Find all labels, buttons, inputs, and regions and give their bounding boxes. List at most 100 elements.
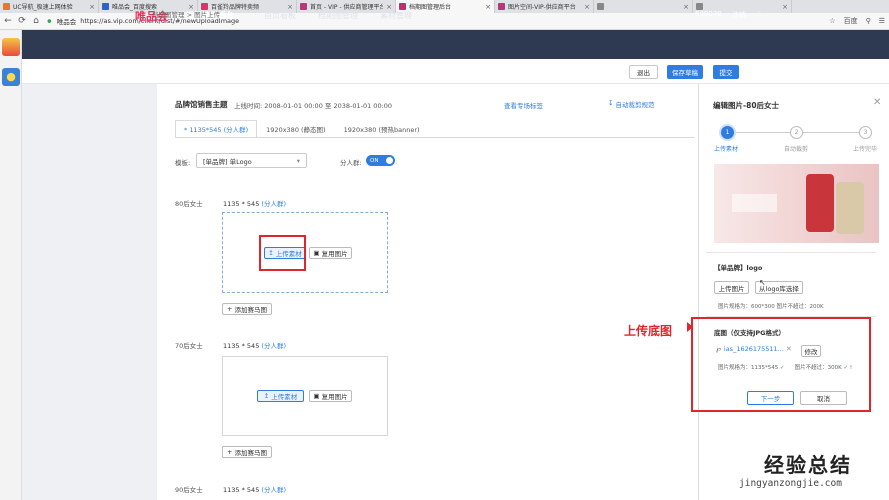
step-3: 3 — [859, 126, 872, 139]
app-header — [22, 30, 889, 59]
nav-material[interactable]: 素材管理 — [380, 10, 412, 21]
annotation-arrow-icon — [687, 322, 693, 332]
nav-schedule[interactable]: 档期图管理 — [318, 10, 358, 21]
tab-label: 档期图管理后台 — [409, 4, 452, 11]
base-section-title: 底图（仅支持JPG格式） — [714, 329, 786, 337]
logout-link[interactable]: 注销 — [732, 10, 746, 20]
browser-tab[interactable]: 图片空间-VIP-供应商平台 × — [495, 0, 594, 13]
upload-image-button[interactable]: 上传图片 — [714, 281, 749, 294]
step-1: 1 — [721, 126, 734, 139]
step-1-label: 上传素材 — [714, 146, 739, 153]
tab-static[interactable]: 1920x380 (静态图) — [257, 120, 334, 138]
auto-crop-label: 自动裁剪规范 — [615, 101, 655, 109]
toggle-text: ON — [370, 157, 379, 164]
logo-spec: 图片规格为：600*300 图片不超过：200K — [718, 304, 824, 310]
template-value: [单品牌] 单Logo — [203, 157, 252, 166]
close-tab-icon[interactable]: × — [683, 3, 689, 11]
download-icon: ↧ — [608, 99, 614, 107]
group-label: 70后女士 — [175, 342, 203, 350]
image-icon: ▣ — [313, 249, 320, 257]
group-label: 80后女士 — [175, 200, 203, 208]
close-tab-icon[interactable]: × — [485, 3, 491, 11]
site-name: 唯品会 — [56, 18, 77, 26]
cancel-button[interactable]: 取消 — [800, 391, 847, 405]
highlight-box — [259, 235, 306, 271]
base-spec: 图片规格为：1135*545 ✓ 图片不超过：300K ✓ ! — [718, 365, 853, 371]
add-marquee-button[interactable]: + 添加赛马图 — [222, 446, 272, 458]
panel-title: 编辑图片-80后女士 — [713, 101, 780, 110]
product-can — [836, 182, 864, 234]
tab-preheat[interactable]: 1920x380 (预热banner) — [335, 120, 429, 138]
close-tab-icon[interactable]: × — [89, 3, 95, 11]
shield-icon: ⚫ — [46, 16, 53, 26]
search-icon[interactable]: ⚲ — [866, 17, 871, 25]
search-engine[interactable]: 百度 — [844, 16, 858, 26]
favicon-icon — [102, 3, 109, 10]
user-id: 609070 — [695, 10, 722, 18]
side-rail: ● — [0, 30, 22, 500]
theme-title: 品牌馆销售主题 — [175, 100, 228, 109]
size-tabs: * 1135*545 (分人群) 1920x380 (静态图) 1920x380… — [175, 120, 429, 138]
back-icon[interactable]: ← — [4, 16, 12, 26]
nav-home[interactable]: 首页看板 — [264, 10, 296, 21]
online-time: 上线时间: 2008-01-01 00:00 至 2038-01-01 00:0… — [234, 102, 393, 110]
step-line — [803, 132, 860, 133]
exit-button[interactable]: 退出 — [629, 65, 658, 79]
check-icon: ✓ — [780, 365, 785, 371]
browser-tab[interactable]: UC导航_极速上网体验 × — [0, 0, 99, 13]
group-size: 1135 * 545 (分人群) — [223, 200, 286, 208]
annotation-label: 上传底图 — [624, 324, 673, 338]
crowd-toggle[interactable]: ON — [366, 155, 395, 166]
reuse-image-button[interactable]: ▣ 复用图片 — [309, 390, 352, 402]
preview-image — [714, 164, 879, 243]
upload-icon: ↥ — [263, 392, 270, 400]
favicon-icon — [696, 3, 703, 10]
upload-dropzone[interactable] — [222, 356, 388, 436]
watermark-url: jingyanzongjie.com — [739, 478, 842, 489]
group-label: 90后女士 — [175, 486, 203, 494]
bell-icon[interactable]: ♢ — [756, 10, 762, 20]
crowd-label: 分人群: — [340, 159, 362, 167]
step-3-label: 上传完毕 — [853, 146, 878, 153]
template-label: 模板: — [175, 159, 191, 167]
close-tab-icon[interactable]: × — [584, 3, 590, 11]
close-tab-icon[interactable]: × — [782, 3, 788, 11]
submit-button[interactable]: 提交 — [713, 65, 739, 79]
menu-icon[interactable]: ☰ — [879, 17, 885, 25]
bulb-icon[interactable]: ● — [2, 68, 20, 86]
reload-icon[interactable]: ⟳ — [18, 16, 26, 26]
reuse-image-button[interactable]: ▣ 复用图片 — [309, 247, 352, 259]
next-button[interactable]: 下一步 — [747, 391, 794, 405]
browser-tab[interactable]: × — [594, 0, 693, 13]
remove-icon[interactable]: ✕ — [786, 345, 792, 353]
view-tags-link[interactable]: 查看专场标签 — [504, 100, 543, 110]
divider — [706, 252, 876, 253]
tab-label: UC导航_极速上网体验 — [13, 4, 73, 11]
plus-icon: + — [227, 305, 233, 313]
step-2-label: 自动裁剪 — [784, 146, 809, 153]
bookmark-star-icon[interactable]: ☆ — [829, 17, 835, 25]
add-marquee-button[interactable]: + 添加赛马图 — [222, 303, 272, 315]
home-icon[interactable]: ⌂ — [32, 16, 40, 26]
tab-divider — [175, 137, 695, 138]
logo-section-title: 【单品牌】logo — [714, 264, 763, 272]
tab-1135[interactable]: * 1135*545 (分人群) — [175, 120, 258, 138]
upload-material-button[interactable]: ↥ 上传素材 — [257, 390, 304, 402]
close-icon[interactable]: ✕ — [873, 97, 881, 108]
auto-crop-link[interactable]: ↧ 自动裁剪规范 — [608, 99, 654, 109]
user-area: 609070 注销 ♢ — [695, 10, 762, 20]
check-icon: ✓ — [843, 365, 849, 371]
template-select[interactable]: [单品牌] 单Logo ▾ — [196, 153, 307, 168]
product-can — [806, 174, 834, 232]
save-draft-button[interactable]: 保存草稿 — [667, 65, 703, 79]
file-name[interactable]: ias_1626175511... — [724, 345, 784, 353]
breadcrumb: 档期图管理 > 图片上传 — [152, 11, 221, 19]
top-nav: 首页看板 档期图管理 素材管理 — [264, 10, 412, 21]
app-icon[interactable] — [2, 38, 20, 56]
favicon-icon — [597, 3, 604, 10]
logo-placeholder — [732, 194, 777, 212]
favicon-icon — [3, 3, 10, 10]
cursor-icon: ↖ — [759, 278, 766, 287]
paperclip-icon: ℘ — [716, 345, 721, 353]
modify-button[interactable]: 修改 — [801, 345, 821, 357]
